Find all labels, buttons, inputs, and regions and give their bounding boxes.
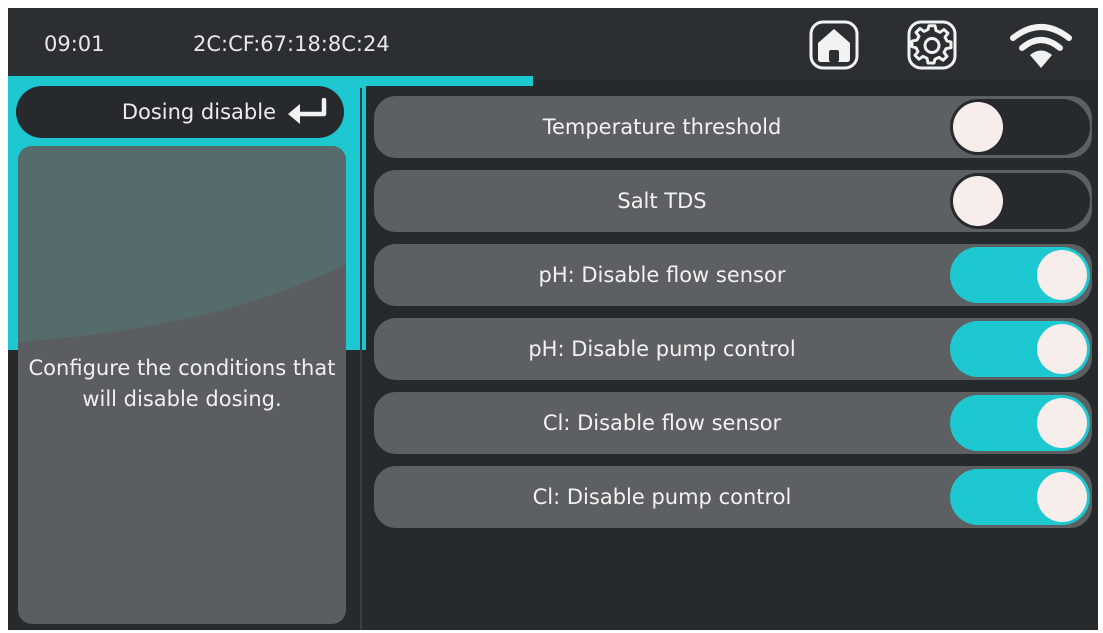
- setting-row-ph-disable-pump-control: pH: Disable pump control: [374, 318, 1092, 380]
- salt-tds-toggle[interactable]: [950, 173, 1090, 229]
- setting-label: pH: Disable pump control: [528, 337, 796, 361]
- toggle-knob: [953, 102, 1003, 152]
- toggle-knob: [1037, 472, 1087, 522]
- description-panel: Configure the conditions that will disab…: [18, 146, 346, 624]
- setting-label: pH: Disable flow sensor: [538, 263, 786, 287]
- back-arrow-icon[interactable]: [286, 98, 330, 126]
- toggle-knob: [953, 176, 1003, 226]
- page-title-bar[interactable]: Dosing disable: [16, 86, 344, 138]
- setting-label: Salt TDS: [617, 189, 707, 213]
- page-title: Dosing disable: [121, 100, 276, 124]
- gear-icon[interactable]: [906, 19, 958, 71]
- mac-address: 2C:CF:67:18:8C:24: [193, 32, 390, 56]
- setting-row-temperature-threshold: Temperature threshold: [374, 96, 1092, 158]
- home-icon[interactable]: [808, 19, 860, 71]
- setting-row-salt-tds: Salt TDS: [374, 170, 1092, 232]
- setting-row-cl-disable-flow-sensor: Cl: Disable flow sensor: [374, 392, 1092, 454]
- toggle-knob: [1037, 398, 1087, 448]
- column-divider: [360, 88, 362, 630]
- ph-disable-pump-control-toggle[interactable]: [950, 321, 1090, 377]
- setting-label: Cl: Disable pump control: [532, 485, 792, 509]
- top-bar: 09:01 2C:CF:67:18:8C:24: [8, 8, 1098, 80]
- ph-disable-flow-sensor-toggle[interactable]: [950, 247, 1090, 303]
- setting-label: Temperature threshold: [542, 115, 782, 139]
- cl-disable-flow-sensor-toggle[interactable]: [950, 395, 1090, 451]
- clock: 09:01: [44, 32, 105, 56]
- temperature-threshold-toggle[interactable]: [950, 99, 1090, 155]
- description-text: Configure the conditions that will disab…: [28, 356, 336, 411]
- device-screen: 09:01 2C:CF:67:18:8C:24 Dosing disable C…: [8, 8, 1098, 630]
- cl-disable-pump-control-toggle[interactable]: [950, 469, 1090, 525]
- wifi-icon: [1010, 24, 1072, 68]
- toggle-knob: [1037, 324, 1087, 374]
- setting-label: Cl: Disable flow sensor: [542, 411, 782, 435]
- toggle-knob: [1037, 250, 1087, 300]
- setting-row-ph-disable-flow-sensor: pH: Disable flow sensor: [374, 244, 1092, 306]
- setting-row-cl-disable-pump-control: Cl: Disable pump control: [374, 466, 1092, 528]
